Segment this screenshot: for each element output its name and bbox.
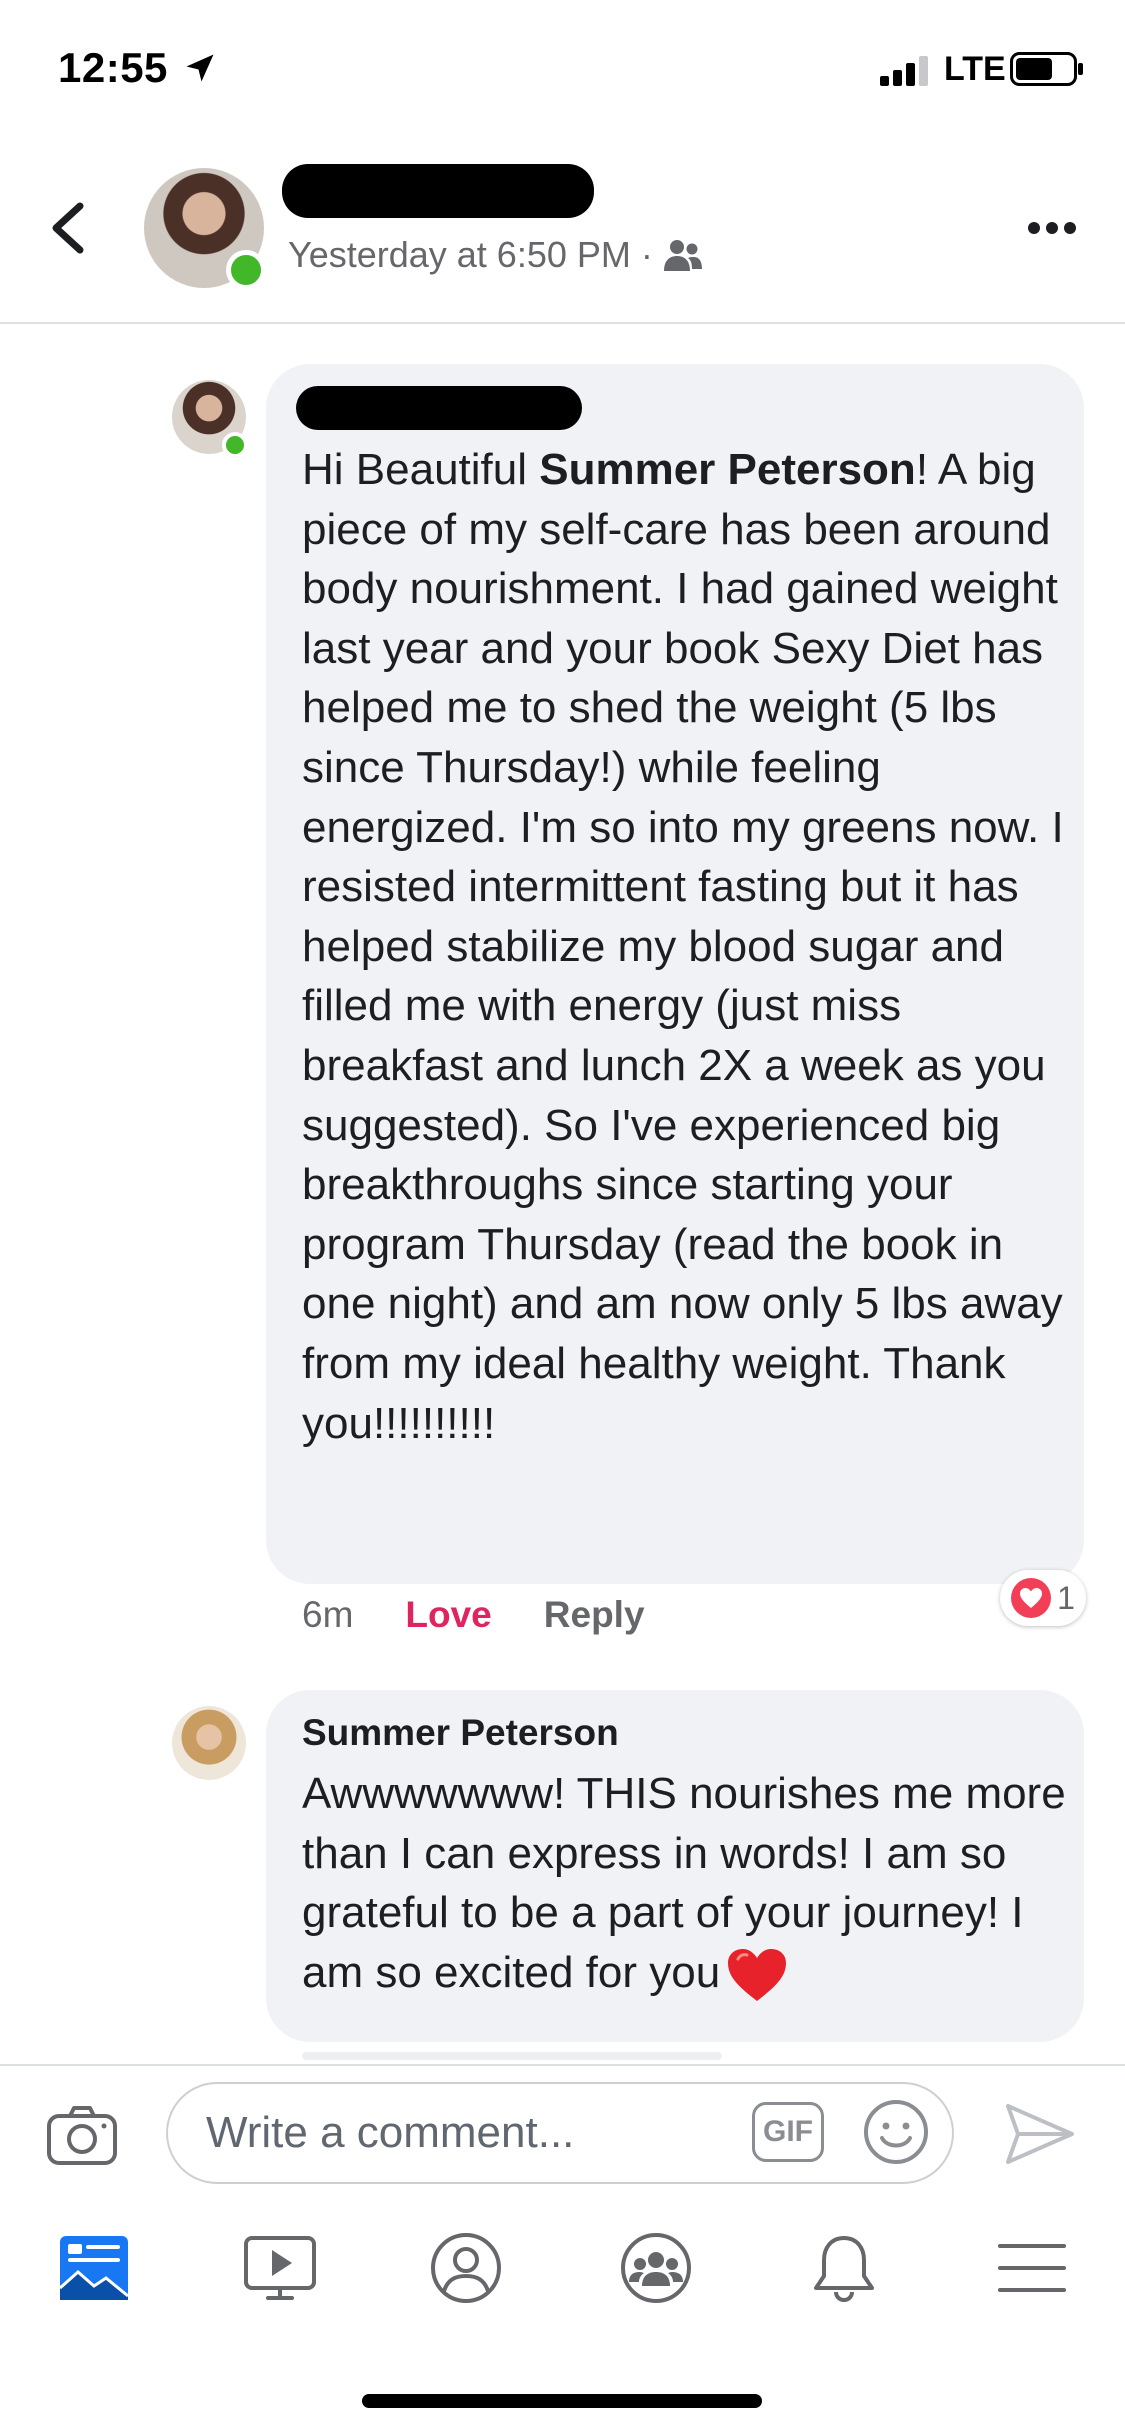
comment-time: 6m bbox=[302, 1594, 354, 1635]
redacted-commenter-name bbox=[296, 386, 582, 430]
watch-icon[interactable] bbox=[242, 2232, 318, 2304]
online-status-indicator bbox=[222, 432, 248, 458]
battery-icon bbox=[1010, 52, 1083, 86]
groups-icon[interactable] bbox=[618, 2232, 694, 2304]
comment-text: Awwwwwww! THIS nourishes me more than I … bbox=[302, 1764, 1072, 2003]
reaction-summary[interactable]: 1 bbox=[1000, 1570, 1086, 1626]
send-icon[interactable] bbox=[1004, 2100, 1076, 2168]
comment-text-body: ! A big piece of my self-care has been a… bbox=[302, 445, 1064, 1448]
signal-icon bbox=[880, 56, 928, 86]
post-meta: Yesterday at 6:50 PM · bbox=[288, 234, 703, 276]
comment-text-greeting: Hi Beautiful bbox=[302, 445, 540, 494]
gif-button[interactable]: GIF bbox=[752, 2102, 824, 2162]
mention-link[interactable]: Summer Peterson bbox=[539, 445, 916, 494]
home-indicator[interactable] bbox=[362, 2394, 762, 2408]
emoji-icon[interactable] bbox=[862, 2098, 930, 2166]
love-button[interactable]: Love bbox=[405, 1594, 491, 1636]
truncated-comment-actions bbox=[302, 2052, 722, 2060]
camera-icon[interactable] bbox=[46, 2104, 118, 2166]
heart-icon bbox=[1011, 1578, 1052, 1618]
friends-icon bbox=[663, 240, 702, 271]
meta-separator: · bbox=[640, 234, 653, 275]
comment-input[interactable] bbox=[166, 2082, 954, 2184]
status-time: 12:55 bbox=[58, 44, 168, 91]
profile-icon[interactable] bbox=[428, 2232, 504, 2304]
location-arrow-icon bbox=[186, 54, 214, 82]
more-options-button[interactable] bbox=[1026, 216, 1078, 240]
redacted-author-name bbox=[282, 164, 594, 218]
comment-author[interactable]: Summer Peterson bbox=[302, 1712, 619, 1754]
network-label: LTE bbox=[944, 50, 1006, 88]
commenter-avatar[interactable] bbox=[172, 1706, 246, 1780]
back-button[interactable] bbox=[46, 200, 90, 256]
reply-button[interactable]: Reply bbox=[544, 1594, 645, 1636]
comment-text-body: Awwwwwww! THIS nourishes me more than I … bbox=[302, 1769, 1066, 1997]
online-status-indicator bbox=[226, 250, 266, 290]
notifications-icon[interactable] bbox=[806, 2232, 882, 2304]
comment-actions: 6m Love Reply bbox=[302, 1594, 645, 1636]
comment-text: Hi Beautiful Summer Peterson! A big piec… bbox=[302, 440, 1072, 1453]
menu-icon[interactable] bbox=[994, 2232, 1070, 2304]
reaction-count: 1 bbox=[1057, 1579, 1075, 1616]
red-heart-icon bbox=[728, 1949, 787, 2002]
news-feed-icon[interactable] bbox=[56, 2232, 132, 2304]
post-timestamp[interactable]: Yesterday at 6:50 PM bbox=[288, 234, 631, 276]
